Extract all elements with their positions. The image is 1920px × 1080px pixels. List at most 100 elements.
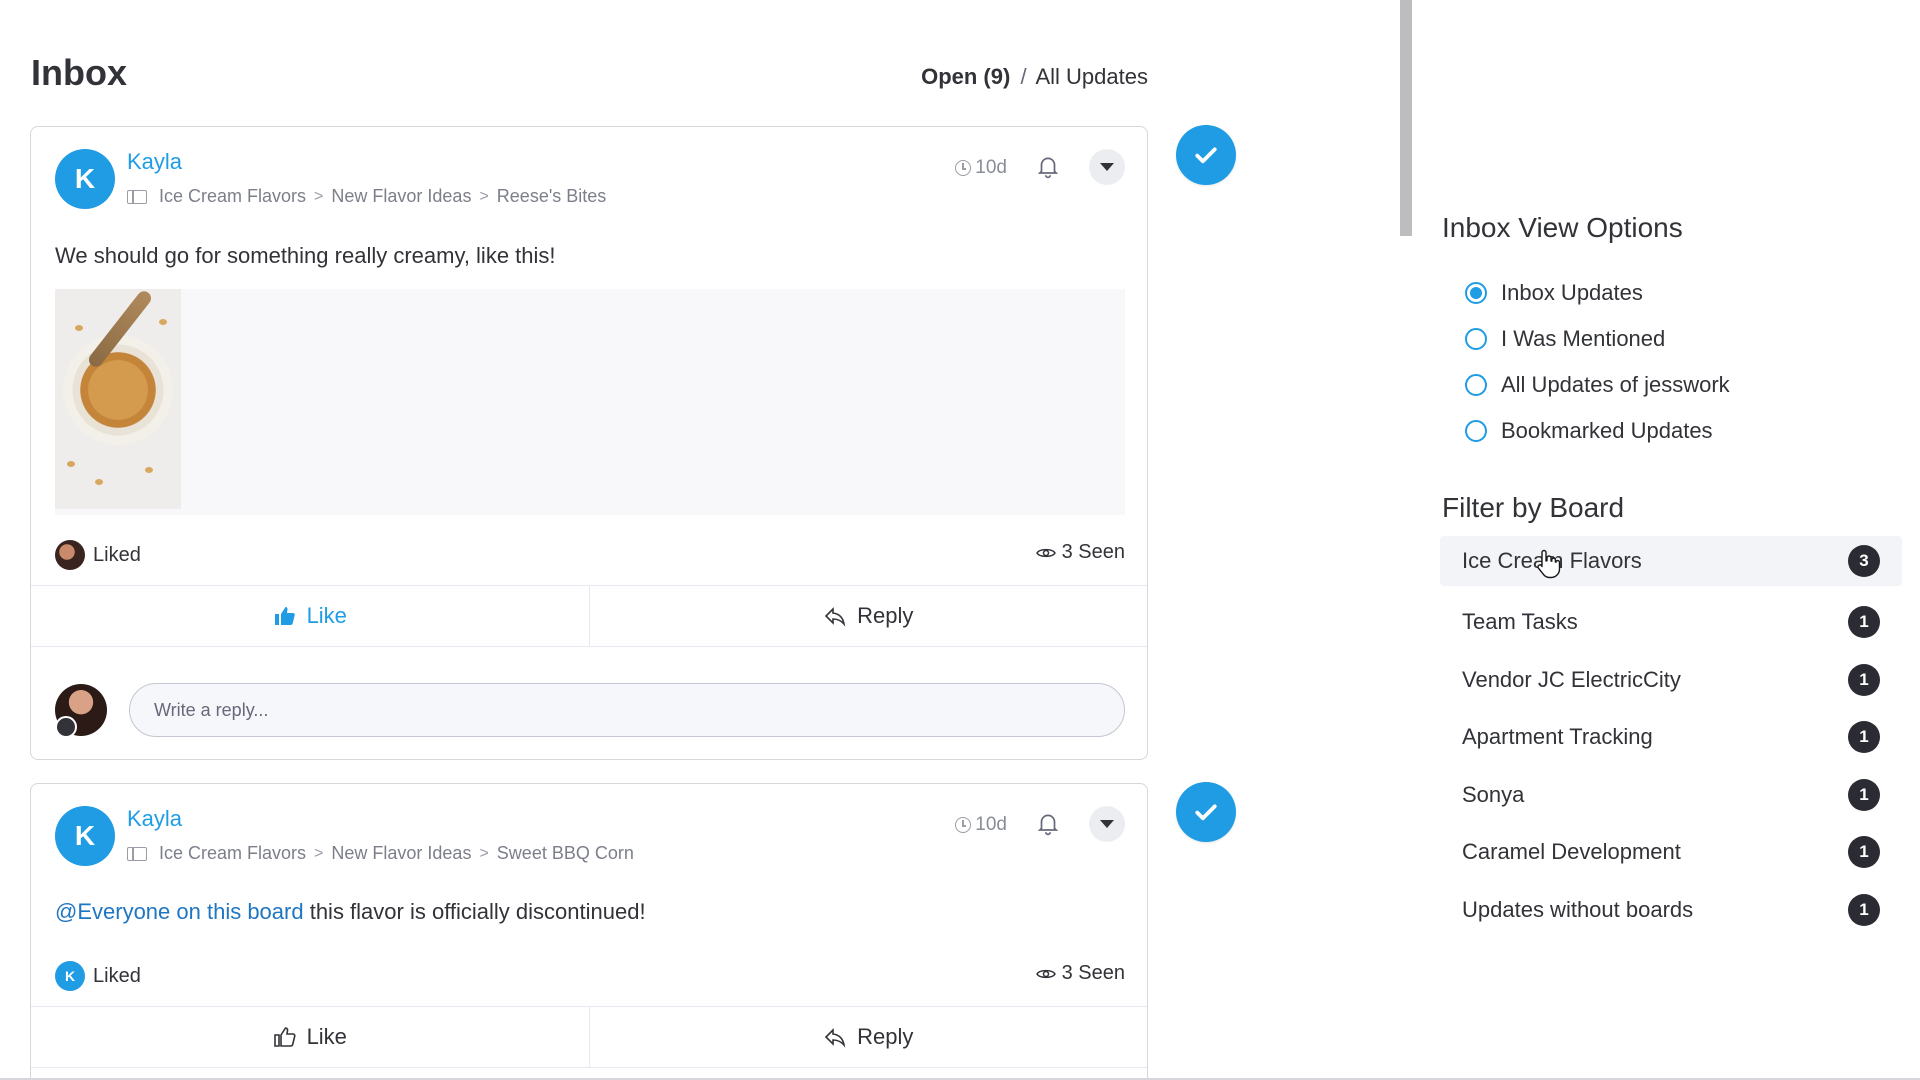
hand-cursor-icon (1537, 549, 1561, 579)
check-icon (1195, 804, 1217, 821)
breadcrumb-group[interactable]: New Flavor Ideas (331, 186, 471, 207)
radio-selected[interactable] (1465, 282, 1487, 304)
home-icon (55, 716, 77, 738)
view-toggle-separator: / (1020, 64, 1027, 89)
board-count-badge: 1 (1848, 663, 1880, 696)
board-count-badge: 1 (1848, 606, 1880, 639)
breadcrumb-separator: > (314, 844, 324, 862)
mark-as-read-button[interactable] (1176, 125, 1236, 185)
radio-unselected[interactable] (1465, 374, 1487, 396)
liked-row[interactable]: Liked (55, 540, 141, 570)
clock-icon (955, 817, 972, 833)
like-button[interactable]: Like (31, 1007, 589, 1067)
update-body: We should go for something really creamy… (55, 243, 556, 268)
bell-icon[interactable] (1035, 153, 1061, 179)
reply-row (55, 683, 1125, 738)
seen-count[interactable]: 3 Seen (1035, 962, 1125, 985)
board-filter-item[interactable]: Sonya 1 (1440, 766, 1902, 824)
view-option-label: Inbox Updates (1501, 280, 1643, 305)
update-actions: Like Reply (31, 1006, 1147, 1068)
board-filter-label: Team Tasks (1462, 609, 1578, 635)
view-options-list: Inbox Updates I Was Mentioned All Update… (1465, 270, 1730, 454)
board-count-badge: 1 (1848, 778, 1880, 811)
radio-unselected[interactable] (1465, 420, 1487, 442)
mark-as-read-button[interactable] (1176, 782, 1236, 842)
reply-button[interactable]: Reply (588, 586, 1148, 646)
update-card: K Kayla Ice Cream Flavors > New Flavor I… (30, 126, 1148, 760)
reply-button[interactable]: Reply (588, 1007, 1148, 1067)
view-option-mentioned[interactable]: I Was Mentioned (1465, 316, 1730, 362)
radio-unselected[interactable] (1465, 328, 1487, 350)
liker-avatar (55, 540, 85, 570)
view-options-title: Inbox View Options (1442, 212, 1683, 243)
reply-label: Reply (857, 1024, 914, 1049)
board-filter-item[interactable]: Team Tasks 1 (1440, 594, 1902, 652)
update-menu-button[interactable] (1089, 806, 1125, 842)
like-button[interactable]: Like (31, 586, 589, 646)
board-filter-item[interactable]: Vendor JC ElectricCity 1 (1440, 651, 1902, 709)
board-count-badge: 1 (1848, 836, 1880, 869)
open-updates-link[interactable]: Open (9) (921, 64, 1010, 89)
author-name[interactable]: Kayla (127, 149, 182, 175)
time-label: 10d (975, 157, 1007, 178)
board-count-badge: 1 (1848, 893, 1880, 926)
mention-link[interactable]: @Everyone on this board (55, 899, 304, 924)
view-option-label: Bookmarked Updates (1501, 418, 1713, 443)
update-body-text: this flavor is officially discontinued! (303, 899, 646, 924)
board-filter-label: Sonya (1462, 781, 1525, 807)
view-option-bookmarked[interactable]: Bookmarked Updates (1465, 408, 1730, 454)
like-label: Like (306, 1024, 347, 1049)
nut-graphic (95, 479, 103, 485)
liked-label: Liked (93, 543, 141, 566)
all-updates-link[interactable]: All Updates (1035, 64, 1148, 89)
chevron-down-icon (1100, 163, 1114, 171)
author-avatar[interactable]: K (55, 149, 115, 209)
view-option-all-updates[interactable]: All Updates of jesswork (1465, 362, 1730, 408)
board-filter-item[interactable]: Caramel Development 1 (1440, 824, 1902, 882)
reply-icon (824, 1028, 846, 1048)
breadcrumb: Ice Cream Flavors > New Flavor Ideas > S… (127, 843, 634, 864)
view-option-inbox-updates[interactable]: Inbox Updates (1465, 270, 1730, 316)
thumbs-up-icon (273, 1027, 296, 1047)
liked-label: Liked (93, 964, 141, 987)
bell-icon[interactable] (1035, 810, 1061, 836)
board-filter-item[interactable]: Apartment Tracking 1 (1440, 709, 1902, 767)
board-filter-label: Vendor JC ElectricCity (1462, 666, 1681, 692)
board-filter-list: Ice Cream Flavors 3 Team Tasks 1 Vendor … (1440, 536, 1902, 939)
filter-by-board-title: Filter by Board (1442, 492, 1625, 523)
breadcrumb-group[interactable]: New Flavor Ideas (331, 843, 471, 864)
breadcrumb-separator: > (479, 844, 489, 862)
breadcrumb-item[interactable]: Reese's Bites (497, 186, 607, 207)
breadcrumb-separator: > (314, 187, 324, 205)
board-filter-item[interactable]: Ice Cream Flavors 3 (1440, 536, 1902, 586)
check-icon (1195, 147, 1217, 164)
seen-count[interactable]: 3 Seen (1035, 541, 1125, 564)
reply-icon (824, 607, 846, 627)
current-user-avatar[interactable] (55, 684, 107, 738)
reply-input[interactable] (129, 683, 1125, 737)
breadcrumb-separator: > (479, 187, 489, 205)
update-actions: Like Reply (31, 585, 1147, 647)
seen-label: 3 Seen (1061, 962, 1125, 984)
liked-row[interactable]: K Liked (55, 961, 141, 991)
breadcrumb-item[interactable]: Sweet BBQ Corn (497, 843, 634, 864)
nut-graphic (145, 467, 153, 473)
breadcrumb-board[interactable]: Ice Cream Flavors (159, 186, 306, 207)
author-avatar[interactable]: K (55, 806, 115, 866)
clock-icon (955, 160, 972, 176)
peanut-butter-image[interactable] (55, 289, 181, 509)
page-title: Inbox (31, 52, 127, 93)
like-label: Like (306, 603, 347, 628)
seen-label: 3 Seen (1061, 541, 1125, 563)
feed-scrollbar[interactable] (1400, 0, 1412, 236)
board-filter-label: Apartment Tracking (1462, 724, 1653, 750)
board-icon (127, 846, 147, 861)
nut-graphic (67, 461, 75, 467)
author-name[interactable]: Kayla (127, 806, 182, 832)
board-filter-item[interactable]: Updates without boards 1 (1440, 881, 1902, 939)
reply-label: Reply (857, 603, 914, 628)
board-filter-label: Caramel Development (1462, 839, 1681, 865)
breadcrumb-board[interactable]: Ice Cream Flavors (159, 843, 306, 864)
update-menu-button[interactable] (1089, 149, 1125, 185)
time-label: 10d (975, 814, 1007, 835)
